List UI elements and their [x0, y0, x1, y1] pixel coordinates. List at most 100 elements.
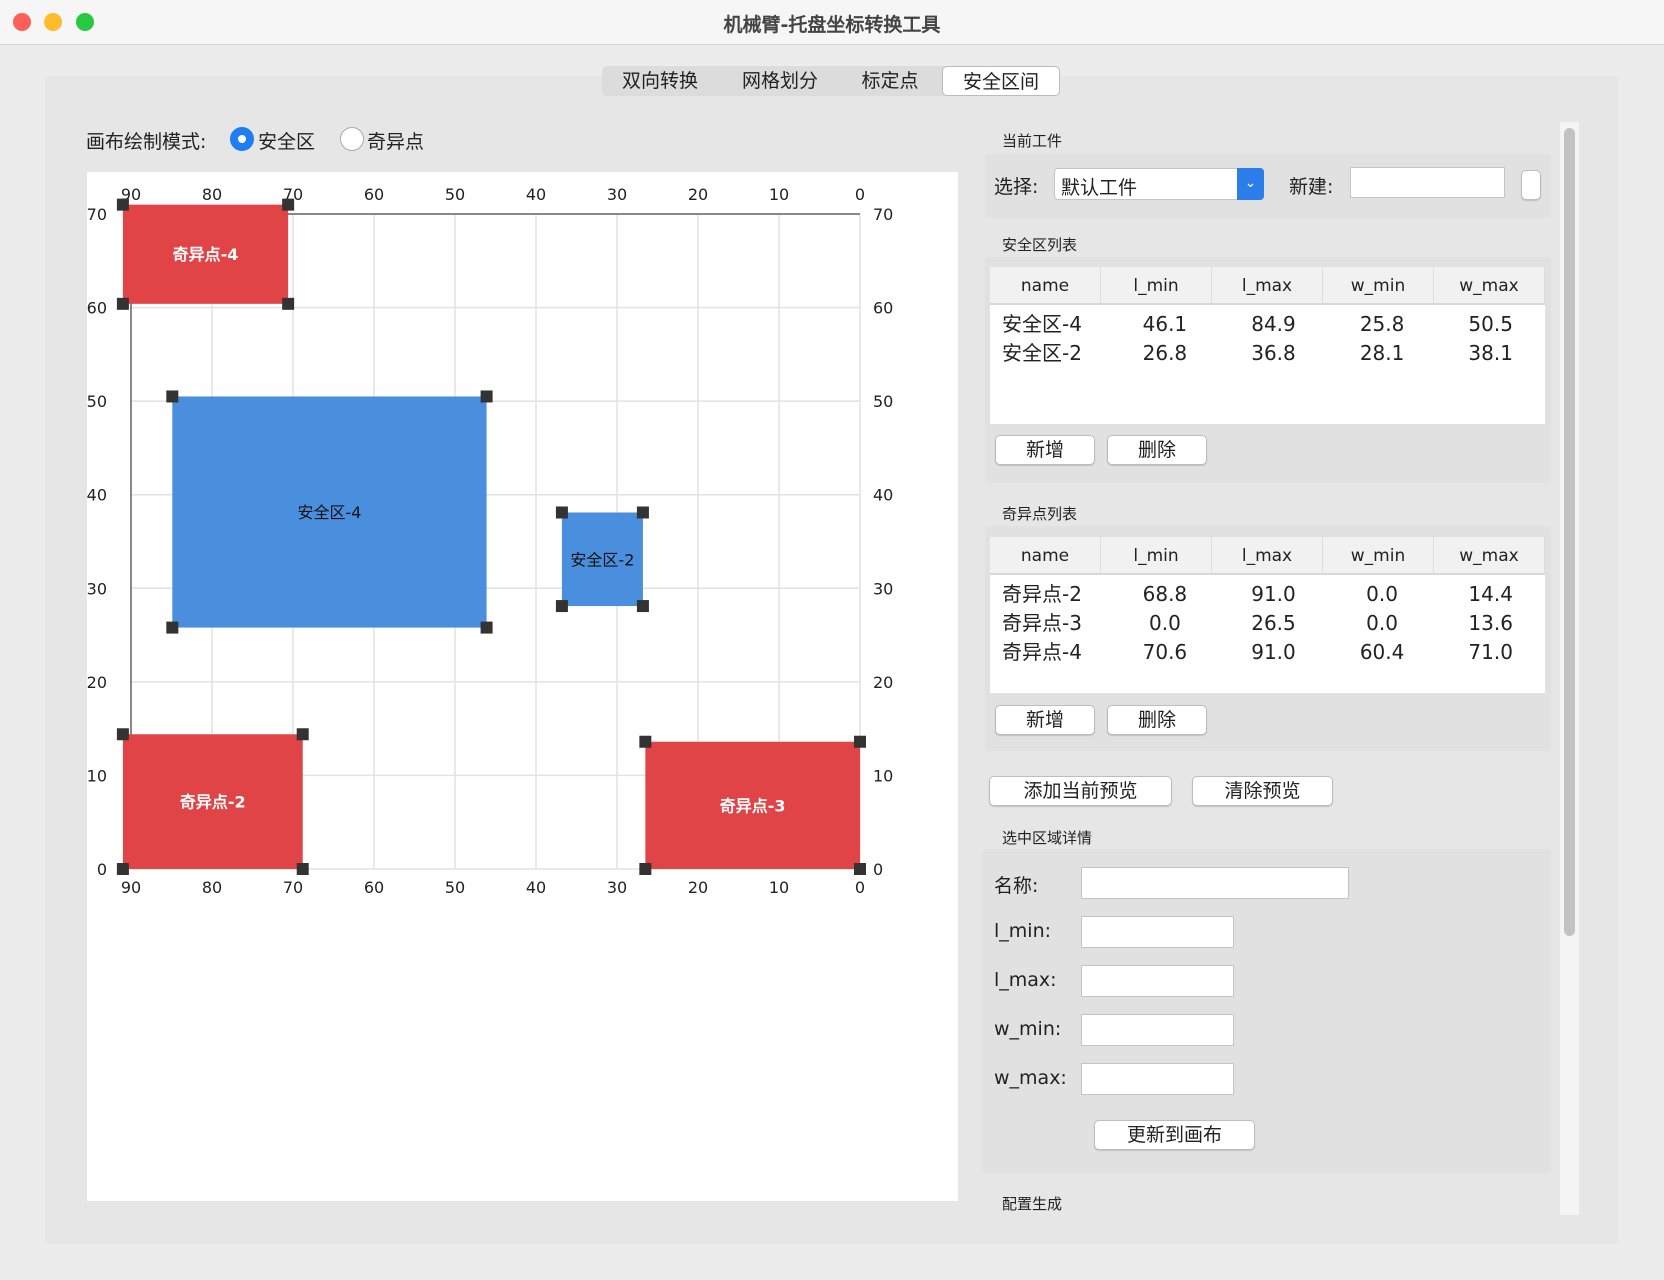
cell: 25.8: [1359, 312, 1405, 336]
x-tick-label-bottom: 90: [121, 878, 141, 897]
title-bar: 机械臂-托盘坐标转换工具: [0, 0, 1664, 45]
cell: 0.0: [1366, 582, 1398, 606]
create-workpiece-button[interactable]: [1521, 170, 1541, 200]
tab-grid[interactable]: 网格划分: [730, 66, 830, 96]
resize-handle[interactable]: [480, 390, 493, 403]
resize-handle[interactable]: [636, 600, 649, 613]
cell: 68.8: [1142, 582, 1188, 606]
resize-handle[interactable]: [639, 735, 652, 748]
resize-handle[interactable]: [636, 506, 649, 519]
x-tick-label-top: 40: [526, 185, 546, 204]
y-tick-label-right: 0: [873, 860, 883, 879]
resize-handle[interactable]: [116, 297, 129, 310]
wmin-input[interactable]: [1081, 1014, 1234, 1046]
x-tick-label-bottom: 50: [445, 878, 465, 897]
x-tick-label-bottom: 10: [769, 878, 789, 897]
column-header[interactable]: name: [990, 537, 1101, 573]
resize-handle[interactable]: [296, 863, 309, 875]
cell: 安全区-2: [1002, 341, 1082, 365]
resize-handle[interactable]: [166, 621, 179, 634]
region-label: 奇异点-2: [180, 793, 246, 812]
radio-singular-point-label[interactable]: 奇异点: [367, 127, 424, 154]
cell: 奇异点-4: [1002, 640, 1082, 664]
clear-preview-button[interactable]: 清除预览: [1192, 776, 1333, 806]
add-singular-point-button[interactable]: 新增: [995, 705, 1095, 735]
cell: 70.6: [1142, 640, 1188, 664]
y-tick-label-right: 40: [873, 486, 893, 505]
radio-safe-zone-label[interactable]: 安全区: [258, 127, 315, 154]
delete-singular-point-button[interactable]: 删除: [1107, 705, 1207, 735]
resize-handle[interactable]: [166, 390, 179, 403]
resize-handle[interactable]: [555, 600, 568, 613]
resize-handle[interactable]: [282, 297, 295, 310]
column-header[interactable]: w_max: [1434, 537, 1545, 573]
add-current-preview-button[interactable]: 添加当前预览: [989, 776, 1172, 806]
singular-point-table[interactable]: name l_min l_max w_min w_max 奇异点-2 68.8 …: [990, 537, 1545, 693]
delete-safe-zone-button[interactable]: 删除: [1107, 435, 1207, 465]
wmax-label: w_max:: [994, 1067, 1067, 1089]
column-header[interactable]: l_max: [1212, 537, 1323, 573]
cell: 91.0: [1251, 582, 1296, 606]
table-row[interactable]: 奇异点-3 0.0 26.5 0.0 13.6: [990, 609, 1545, 638]
table-row[interactable]: 奇异点-4 70.6 91.0 60.4 71.0: [990, 638, 1545, 667]
radio-safe-zone[interactable]: [230, 127, 254, 151]
y-tick-label-left: 0: [97, 860, 107, 879]
lmin-input[interactable]: [1081, 916, 1234, 948]
y-tick-label-left: 40: [87, 486, 107, 505]
x-tick-label-bottom: 80: [202, 878, 222, 897]
table-row[interactable]: 奇异点-2 68.8 91.0 0.0 14.4: [990, 580, 1545, 609]
resize-handle[interactable]: [296, 728, 309, 741]
resize-handle[interactable]: [854, 863, 866, 875]
region-label: 安全区-4: [297, 503, 361, 522]
chevron-down-icon[interactable]: ⌄: [1237, 168, 1264, 200]
x-tick-label-bottom: 30: [607, 878, 627, 897]
resize-handle[interactable]: [480, 621, 493, 634]
x-tick-label-top: 60: [364, 185, 384, 204]
tab-bidirectional[interactable]: 双向转换: [610, 66, 710, 96]
name-input[interactable]: [1081, 867, 1349, 899]
column-header[interactable]: l_max: [1212, 267, 1323, 303]
workpiece-select[interactable]: 默认工件 ⌄: [1054, 168, 1264, 200]
y-tick-label-right: 70: [873, 205, 893, 224]
cell: 71.0: [1468, 640, 1513, 664]
add-safe-zone-button[interactable]: 新增: [995, 435, 1095, 465]
drawing-canvas[interactable]: 90 90 80 80 70 70 60 60 50 50 40 40 30 30 20 20 10 10 0 0 70…: [87, 172, 958, 1201]
resize-handle[interactable]: [116, 728, 129, 741]
resize-handle[interactable]: [854, 735, 866, 748]
table-row[interactable]: 安全区-4 46.1 84.9 25.8 50.5: [990, 310, 1545, 339]
column-header[interactable]: w_max: [1434, 267, 1545, 303]
column-header[interactable]: l_min: [1101, 537, 1212, 573]
x-tick-label-bottom: 0: [855, 878, 865, 897]
tab-calibration[interactable]: 标定点: [842, 66, 938, 96]
scrollbar-thumb[interactable]: [1564, 128, 1575, 936]
x-tick-label-top: 0: [855, 185, 865, 204]
new-workpiece-input[interactable]: [1350, 167, 1505, 198]
lmax-input[interactable]: [1081, 965, 1234, 997]
column-header[interactable]: name: [990, 267, 1101, 303]
safe-zone-table[interactable]: name l_min l_max w_min w_max 安全区-4 46.1 …: [990, 267, 1545, 424]
new-label: 新建:: [1289, 176, 1334, 198]
region-plot[interactable]: 9090808070706060505040403030202010100070…: [87, 172, 958, 1201]
resize-handle[interactable]: [116, 198, 129, 211]
x-tick-label-bottom: 20: [688, 878, 708, 897]
x-tick-label-bottom: 70: [283, 878, 303, 897]
cell: 奇异点-2: [1002, 582, 1082, 606]
x-tick-label-top: 10: [769, 185, 789, 204]
x-tick-label-top: 50: [445, 185, 465, 204]
tab-safe-zone[interactable]: 安全区间: [942, 66, 1060, 96]
resize-handle[interactable]: [639, 863, 652, 875]
column-header[interactable]: l_min: [1101, 267, 1212, 303]
y-tick-label-left: 30: [87, 579, 107, 598]
resize-handle[interactable]: [282, 198, 295, 211]
update-canvas-button[interactable]: 更新到画布: [1094, 1120, 1255, 1150]
radio-singular-point[interactable]: [340, 127, 364, 151]
resize-handle[interactable]: [555, 506, 568, 519]
table-row[interactable]: 安全区-2 26.8 36.8 28.1 38.1: [990, 339, 1545, 368]
cell: 14.4: [1468, 582, 1513, 606]
resize-handle[interactable]: [116, 863, 129, 875]
lmax-label: l_max:: [994, 969, 1057, 991]
cell: 50.5: [1468, 312, 1513, 336]
column-header[interactable]: w_min: [1323, 267, 1434, 303]
column-header[interactable]: w_min: [1323, 537, 1434, 573]
wmax-input[interactable]: [1081, 1063, 1234, 1095]
